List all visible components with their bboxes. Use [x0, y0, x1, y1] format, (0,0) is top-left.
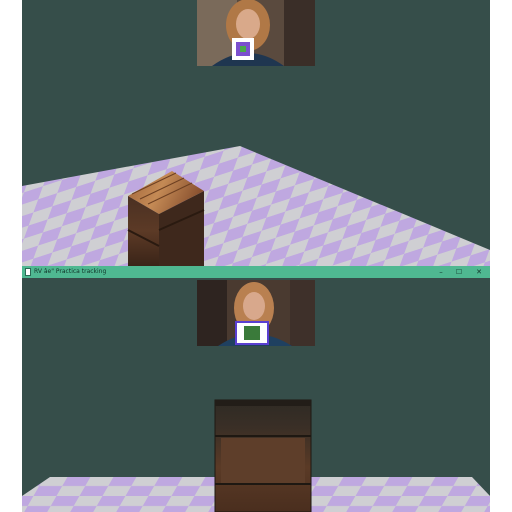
minimize-button[interactable]: – — [434, 266, 448, 278]
bottom-viewport — [22, 278, 490, 512]
bottom-scene — [22, 278, 490, 512]
top-scene — [22, 0, 490, 266]
wooden-crate — [214, 399, 312, 512]
webcam-feed — [197, 280, 315, 346]
top-viewport — [22, 0, 490, 266]
close-button[interactable]: ✕ — [472, 266, 486, 278]
window-title-bar[interactable]: RV âe" Practica tracking – ☐ ✕ — [22, 266, 490, 278]
webcam-feed — [197, 0, 315, 66]
window-title: RV âe" Practica tracking — [34, 268, 107, 275]
app-window-icon — [25, 268, 31, 276]
maximize-button[interactable]: ☐ — [452, 266, 466, 278]
